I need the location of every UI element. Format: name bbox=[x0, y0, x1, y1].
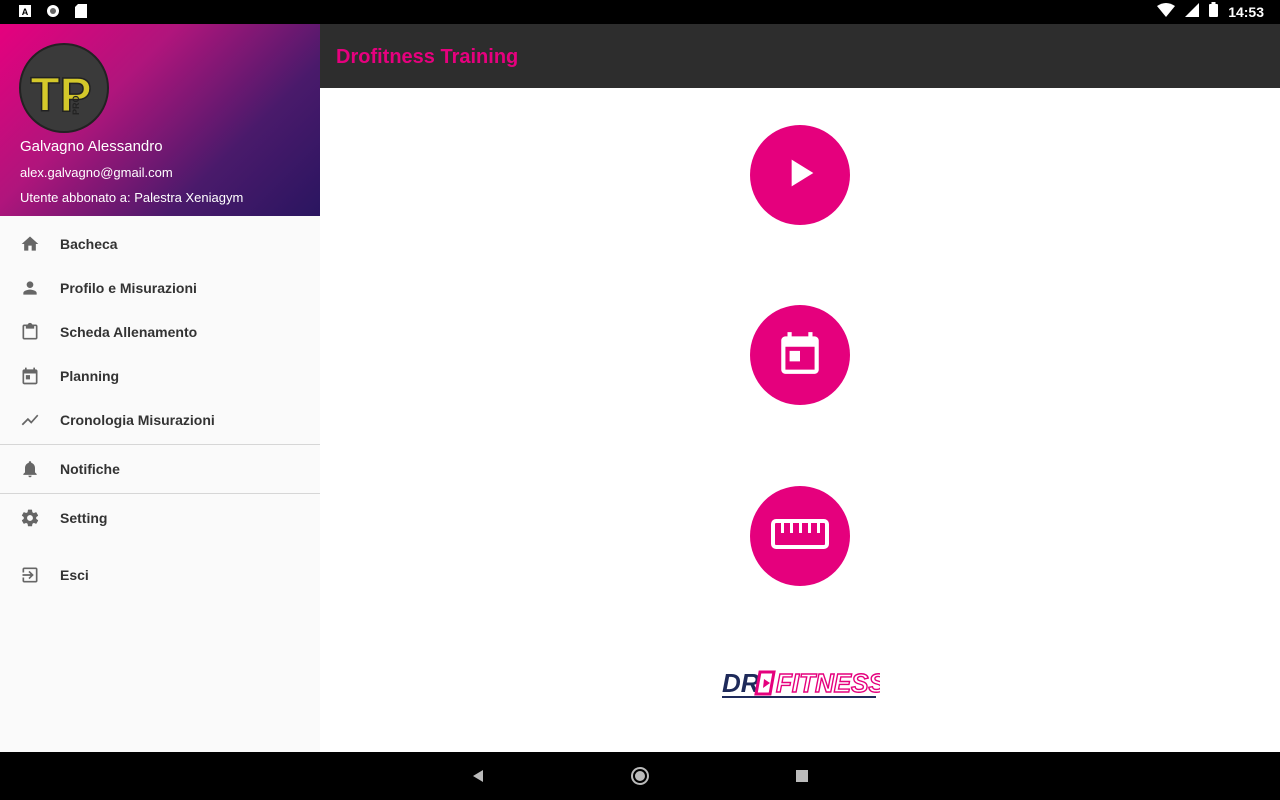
gear-icon bbox=[20, 508, 40, 528]
clipboard-icon bbox=[20, 322, 40, 342]
menu-item-notifiche[interactable]: Notifiche bbox=[0, 447, 320, 491]
menu-item-setting[interactable]: Setting bbox=[0, 496, 320, 540]
svg-text:FITNESS: FITNESS bbox=[776, 668, 880, 698]
svg-text:PRO: PRO bbox=[71, 95, 81, 115]
trending-icon bbox=[20, 410, 40, 430]
notification-a-icon: A bbox=[18, 4, 32, 18]
divider bbox=[0, 493, 320, 494]
calendar-button[interactable] bbox=[750, 305, 850, 405]
main-content: DR FITNESS bbox=[320, 88, 1280, 752]
calendar-icon bbox=[20, 366, 40, 386]
clock: 14:53 bbox=[1228, 4, 1264, 20]
status-bar: A 14:53 bbox=[0, 0, 1280, 24]
menu-item-label: Notifiche bbox=[60, 461, 120, 477]
menu-item-esci[interactable]: Esci bbox=[0, 553, 320, 597]
bell-icon bbox=[20, 459, 40, 479]
app-title: Drofitness Training bbox=[336, 46, 519, 68]
person-icon bbox=[20, 278, 40, 298]
wifi-icon bbox=[1157, 2, 1176, 22]
drawer-menu: Bacheca Profilo e Misurazioni Scheda All… bbox=[0, 216, 320, 597]
calendar-icon bbox=[775, 328, 825, 383]
menu-item-scheda[interactable]: Scheda Allenamento bbox=[0, 310, 320, 354]
home-icon bbox=[20, 234, 40, 254]
app-bar: Drofitness Training bbox=[320, 24, 1280, 88]
play-button[interactable] bbox=[750, 125, 850, 225]
menu-item-profilo[interactable]: Profilo e Misurazioni bbox=[0, 266, 320, 310]
user-name: Galvagno Alessandro bbox=[20, 138, 163, 155]
menu-item-label: Cronologia Misurazioni bbox=[60, 412, 215, 428]
menu-item-label: Profilo e Misurazioni bbox=[60, 280, 197, 296]
menu-item-label: Setting bbox=[60, 510, 108, 526]
navigation-drawer: TP PRO Galvagno Alessandro alex.galvagno… bbox=[0, 24, 320, 752]
menu-item-label: Planning bbox=[60, 368, 120, 384]
menu-item-label: Bacheca bbox=[60, 236, 118, 252]
menu-item-bacheca[interactable]: Bacheca bbox=[0, 222, 320, 266]
svg-text:TP: TP bbox=[30, 69, 91, 122]
ruler-icon bbox=[771, 517, 829, 556]
menu-item-cronologia[interactable]: Cronologia Misurazioni bbox=[0, 398, 320, 442]
home-icon[interactable] bbox=[630, 766, 650, 786]
svg-text:A: A bbox=[22, 7, 29, 17]
battery-icon bbox=[1209, 2, 1219, 22]
sd-card-icon bbox=[74, 4, 88, 18]
signal-icon bbox=[1185, 2, 1200, 22]
circle-icon bbox=[46, 4, 60, 18]
menu-item-planning[interactable]: Planning bbox=[0, 354, 320, 398]
back-icon[interactable] bbox=[468, 766, 488, 786]
user-email: alex.galvagno@gmail.com bbox=[20, 165, 173, 180]
svg-text:DR: DR bbox=[722, 668, 760, 698]
menu-item-label: Scheda Allenamento bbox=[60, 324, 198, 340]
menu-item-label: Esci bbox=[60, 567, 89, 583]
navigation-bar bbox=[0, 752, 1280, 800]
avatar[interactable]: TP PRO bbox=[19, 43, 109, 133]
play-icon bbox=[780, 153, 820, 198]
drofitness-logo: DR FITNESS bbox=[720, 666, 887, 700]
divider bbox=[0, 444, 320, 445]
drawer-header: TP PRO Galvagno Alessandro alex.galvagno… bbox=[0, 24, 320, 216]
exit-icon bbox=[20, 565, 40, 585]
ruler-button[interactable] bbox=[750, 486, 850, 586]
recents-icon[interactable] bbox=[792, 766, 812, 786]
subscription-text: Utente abbonato a: Palestra Xeniagym bbox=[20, 190, 244, 205]
